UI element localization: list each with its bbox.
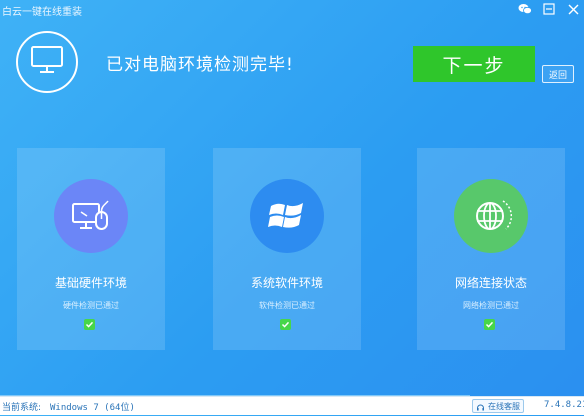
check-icon — [84, 319, 95, 330]
online-service-label: 在线客服 — [488, 401, 520, 411]
network-card: 网络连接状态 网络检测已通过 — [417, 148, 565, 350]
network-card-title: 网络连接状态 — [454, 276, 527, 290]
title-bar: 白云一键在线重装 — [0, 0, 584, 20]
current-system-value: Windows 7 (64位) — [50, 403, 135, 413]
next-step-button[interactable]: 下一步 — [413, 46, 535, 82]
network-card-status: 网络检测已通过 — [463, 301, 519, 310]
hardware-card: 基础硬件环境 硬件检测已通过 — [17, 148, 165, 350]
window-controls — [518, 2, 580, 16]
check-icon — [484, 319, 495, 330]
software-card-title: 系统软件环境 — [250, 276, 323, 290]
software-card-status: 软件检测已通过 — [259, 301, 315, 310]
globe-icon — [454, 179, 528, 253]
monitor-badge — [16, 31, 78, 93]
software-card: 系统软件环境 软件检测已通过 — [213, 148, 361, 350]
hardware-icon — [54, 179, 128, 253]
wechat-icon[interactable] — [518, 2, 532, 16]
current-system-label: 当前系统: — [2, 403, 42, 413]
close-icon[interactable] — [566, 2, 580, 16]
app-title: 白云一键在线重装 — [2, 7, 82, 18]
hardware-card-title: 基础硬件环境 — [54, 276, 127, 290]
windows-icon — [250, 179, 324, 253]
version-label: 7.4.8.21 — [544, 400, 584, 410]
page-title: 已对电脑环境检测完毕! — [106, 55, 294, 75]
minimize-icon[interactable] — [542, 2, 556, 16]
monitor-icon — [31, 46, 63, 78]
back-button[interactable]: 返回 — [542, 65, 574, 83]
status-bar: 当前系统: Windows 7 (64位) 在线客服 7.4.8.21 — [0, 396, 584, 415]
headset-icon — [476, 397, 485, 416]
check-icon — [280, 319, 291, 330]
hardware-card-status: 硬件检测已通过 — [63, 301, 119, 310]
online-service-button[interactable]: 在线客服 — [472, 399, 524, 413]
